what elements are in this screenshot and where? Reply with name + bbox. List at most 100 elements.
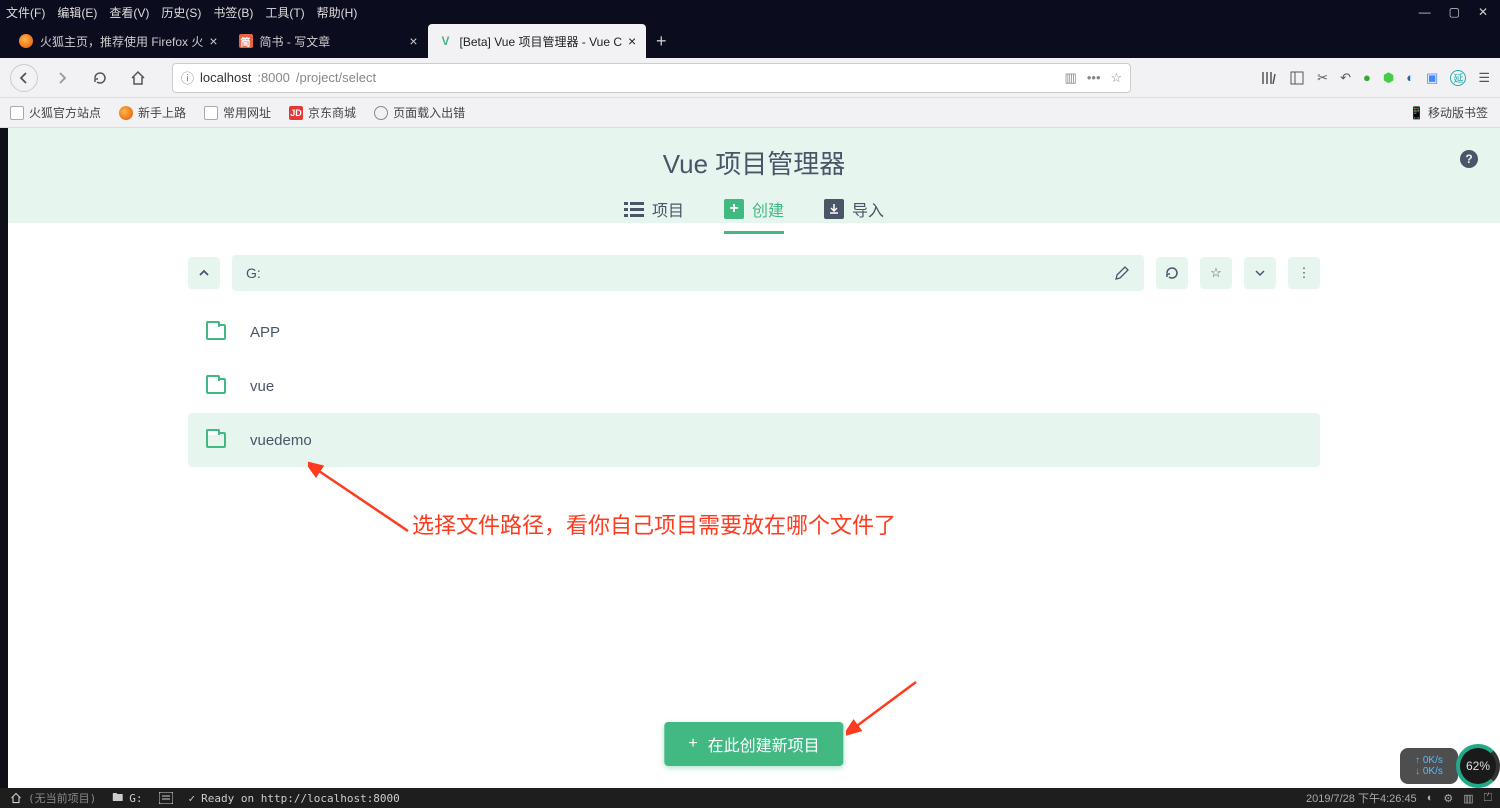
window-maximize-button[interactable]: ▢ bbox=[1449, 5, 1460, 19]
tab-import[interactable]: 导入 bbox=[824, 197, 884, 234]
ext-icon-2[interactable]: ● bbox=[1363, 70, 1371, 85]
folder-icon bbox=[206, 432, 226, 448]
tab-title: 火狐主页，推荐使用 Firefox 火 bbox=[40, 33, 203, 50]
plus-box-icon: + bbox=[724, 199, 744, 219]
tab-label: 创建 bbox=[752, 197, 784, 221]
network-speed-widget[interactable]: ↑ 0K/s ↓ 0K/s bbox=[1400, 748, 1458, 784]
folder-icon bbox=[10, 106, 24, 120]
menu-view[interactable]: 查看(V) bbox=[109, 4, 149, 21]
bookmark-page-error[interactable]: 页面载入出错 bbox=[374, 104, 465, 121]
file-toolbar: G: ☆ ⋮ bbox=[188, 255, 1320, 291]
vue-status-bar: (无当前项目) 🖿 G: ✓ Ready on http://localhost… bbox=[0, 788, 1500, 808]
navbar: ⓘ localhost:8000/project/select ▥ ••• ☆ … bbox=[0, 58, 1500, 98]
create-project-button[interactable]: + 在此创建新项目 bbox=[664, 722, 843, 766]
refresh-button[interactable] bbox=[1156, 257, 1188, 289]
parent-folder-button[interactable] bbox=[188, 257, 220, 289]
list-icon bbox=[624, 200, 644, 218]
bookmarks-toolbar: 火狐官方站点 新手上路 常用网址 JD京东商城 页面载入出错 📱移动版书签 bbox=[0, 98, 1500, 128]
library-icon[interactable] bbox=[1261, 70, 1277, 86]
jd-icon: JD bbox=[289, 106, 303, 120]
menu-bookmarks[interactable]: 书签(B) bbox=[213, 4, 253, 21]
folder-icon bbox=[204, 106, 218, 120]
menu-help[interactable]: 帮助(H) bbox=[317, 4, 358, 21]
tab-create[interactable]: + 创建 bbox=[724, 197, 784, 234]
cpu-meter-widget[interactable]: 62% bbox=[1456, 744, 1500, 788]
folder-row-app[interactable]: APP bbox=[188, 305, 1320, 359]
ext-icon-5[interactable]: ▣ bbox=[1426, 70, 1438, 86]
more-button[interactable]: ⋮ bbox=[1288, 257, 1320, 289]
edit-icon[interactable] bbox=[1114, 265, 1130, 281]
urlbar[interactable]: ⓘ localhost:8000/project/select ▥ ••• ☆ bbox=[172, 63, 1131, 93]
system-tray: 2019/7/28 下午4:26:45 ◐ ⚙ ▥ ⏍ bbox=[1298, 788, 1500, 808]
jianshu-icon: 简 bbox=[238, 33, 254, 49]
new-tab-button[interactable]: + bbox=[646, 24, 676, 58]
menu-file[interactable]: 文件(F) bbox=[6, 4, 45, 21]
menu-history[interactable]: 历史(S) bbox=[161, 4, 201, 21]
reader-icon[interactable]: ▥ bbox=[1065, 70, 1077, 86]
back-button[interactable] bbox=[10, 64, 38, 92]
window-minimize-button[interactable]: — bbox=[1419, 5, 1431, 19]
globe-icon bbox=[374, 106, 388, 120]
check-icon: ✓ bbox=[189, 792, 196, 805]
tab-firefox-home[interactable]: 火狐主页，推荐使用 Firefox 火 × bbox=[8, 24, 228, 58]
folder-row-vue[interactable]: vue bbox=[188, 359, 1320, 413]
tabstrip: 火狐主页，推荐使用 Firefox 火 × 简 简书 - 写文章 × V [Be… bbox=[0, 24, 1500, 58]
tab-title: [Beta] Vue 项目管理器 - Vue C bbox=[460, 33, 623, 50]
plus-icon: + bbox=[688, 735, 697, 753]
screenshot-icon[interactable]: ✂ bbox=[1317, 70, 1328, 86]
tray-icon[interactable]: ◐ bbox=[1427, 792, 1434, 804]
tray-datetime: 2019/7/28 下午4:26:45 bbox=[1306, 790, 1417, 806]
tab-label: 项目 bbox=[652, 197, 684, 221]
annotation-text: 选择文件路径，看你自己项目需要放在哪个文件了 bbox=[412, 508, 896, 540]
tab-close-button[interactable]: × bbox=[409, 33, 417, 49]
tab-close-button[interactable]: × bbox=[628, 33, 636, 49]
url-path: /project/select bbox=[296, 70, 376, 85]
page-content: Vue 项目管理器 ? 项目 + 创建 导入 bbox=[8, 128, 1500, 788]
bookmark-common-sites[interactable]: 常用网址 bbox=[204, 104, 271, 121]
ext-icon-4[interactable]: ◐ bbox=[1406, 70, 1414, 85]
ext-icon-6[interactable]: 延 bbox=[1450, 70, 1466, 86]
tab-close-button[interactable]: × bbox=[209, 33, 217, 49]
ext-icon-3[interactable]: ⬢ bbox=[1383, 70, 1394, 86]
folder-name: vuedemo bbox=[250, 432, 312, 449]
info-icon[interactable]: ⓘ bbox=[181, 68, 194, 87]
bookmark-star-icon[interactable]: ☆ bbox=[1111, 70, 1123, 86]
folder-name: APP bbox=[250, 324, 280, 341]
tab-vue-ui[interactable]: V [Beta] Vue 项目管理器 - Vue C × bbox=[428, 24, 647, 58]
page-title: Vue 项目管理器 bbox=[663, 128, 846, 181]
window-close-button[interactable]: ✕ bbox=[1478, 5, 1488, 19]
folder-name: vue bbox=[250, 378, 274, 395]
bookmark-jd[interactable]: JD京东商城 bbox=[289, 104, 356, 121]
status-home[interactable]: (无当前项目) bbox=[10, 790, 96, 806]
sidebar-icon[interactable] bbox=[1289, 70, 1305, 86]
ext-icon-1[interactable]: ↶ bbox=[1340, 70, 1351, 86]
forward-button[interactable] bbox=[48, 64, 76, 92]
status-log-icon[interactable] bbox=[159, 792, 173, 804]
app-menu-button[interactable]: ☰ bbox=[1478, 70, 1490, 86]
menu-edit[interactable]: 编辑(E) bbox=[57, 4, 97, 21]
folder-icon: 🖿 bbox=[112, 789, 123, 808]
tray-icon[interactable]: ▥ bbox=[1463, 792, 1473, 805]
tab-title: 简书 - 写文章 bbox=[260, 33, 404, 50]
page-actions-icon[interactable]: ••• bbox=[1087, 70, 1101, 85]
status-drive[interactable]: 🖿 G: bbox=[112, 789, 142, 808]
bookmark-firefox-official[interactable]: 火狐官方站点 bbox=[10, 104, 101, 121]
annotation-arrow-2 bbox=[846, 676, 926, 736]
bookmark-getting-started[interactable]: 新手上路 bbox=[119, 104, 186, 121]
menu-tools[interactable]: 工具(T) bbox=[265, 4, 304, 21]
help-icon[interactable]: ? bbox=[1460, 150, 1478, 168]
tray-icon[interactable]: ⏍ bbox=[1484, 792, 1492, 805]
mobile-icon: 📱 bbox=[1409, 106, 1424, 120]
home-button[interactable] bbox=[124, 64, 152, 92]
favorite-button[interactable]: ☆ bbox=[1200, 257, 1232, 289]
mobile-bookmarks[interactable]: 📱移动版书签 bbox=[1409, 104, 1488, 121]
status-project-label: (无当前项目) bbox=[28, 790, 96, 806]
left-dark-stripe bbox=[0, 128, 8, 788]
tab-projects[interactable]: 项目 bbox=[624, 197, 684, 234]
reload-button[interactable] bbox=[86, 64, 114, 92]
folder-row-vuedemo[interactable]: vuedemo bbox=[188, 413, 1320, 467]
tray-icon[interactable]: ⚙ bbox=[1443, 792, 1453, 805]
dropdown-button[interactable] bbox=[1244, 257, 1276, 289]
path-input[interactable]: G: bbox=[232, 255, 1144, 291]
tab-jianshu[interactable]: 简 简书 - 写文章 × bbox=[228, 24, 428, 58]
